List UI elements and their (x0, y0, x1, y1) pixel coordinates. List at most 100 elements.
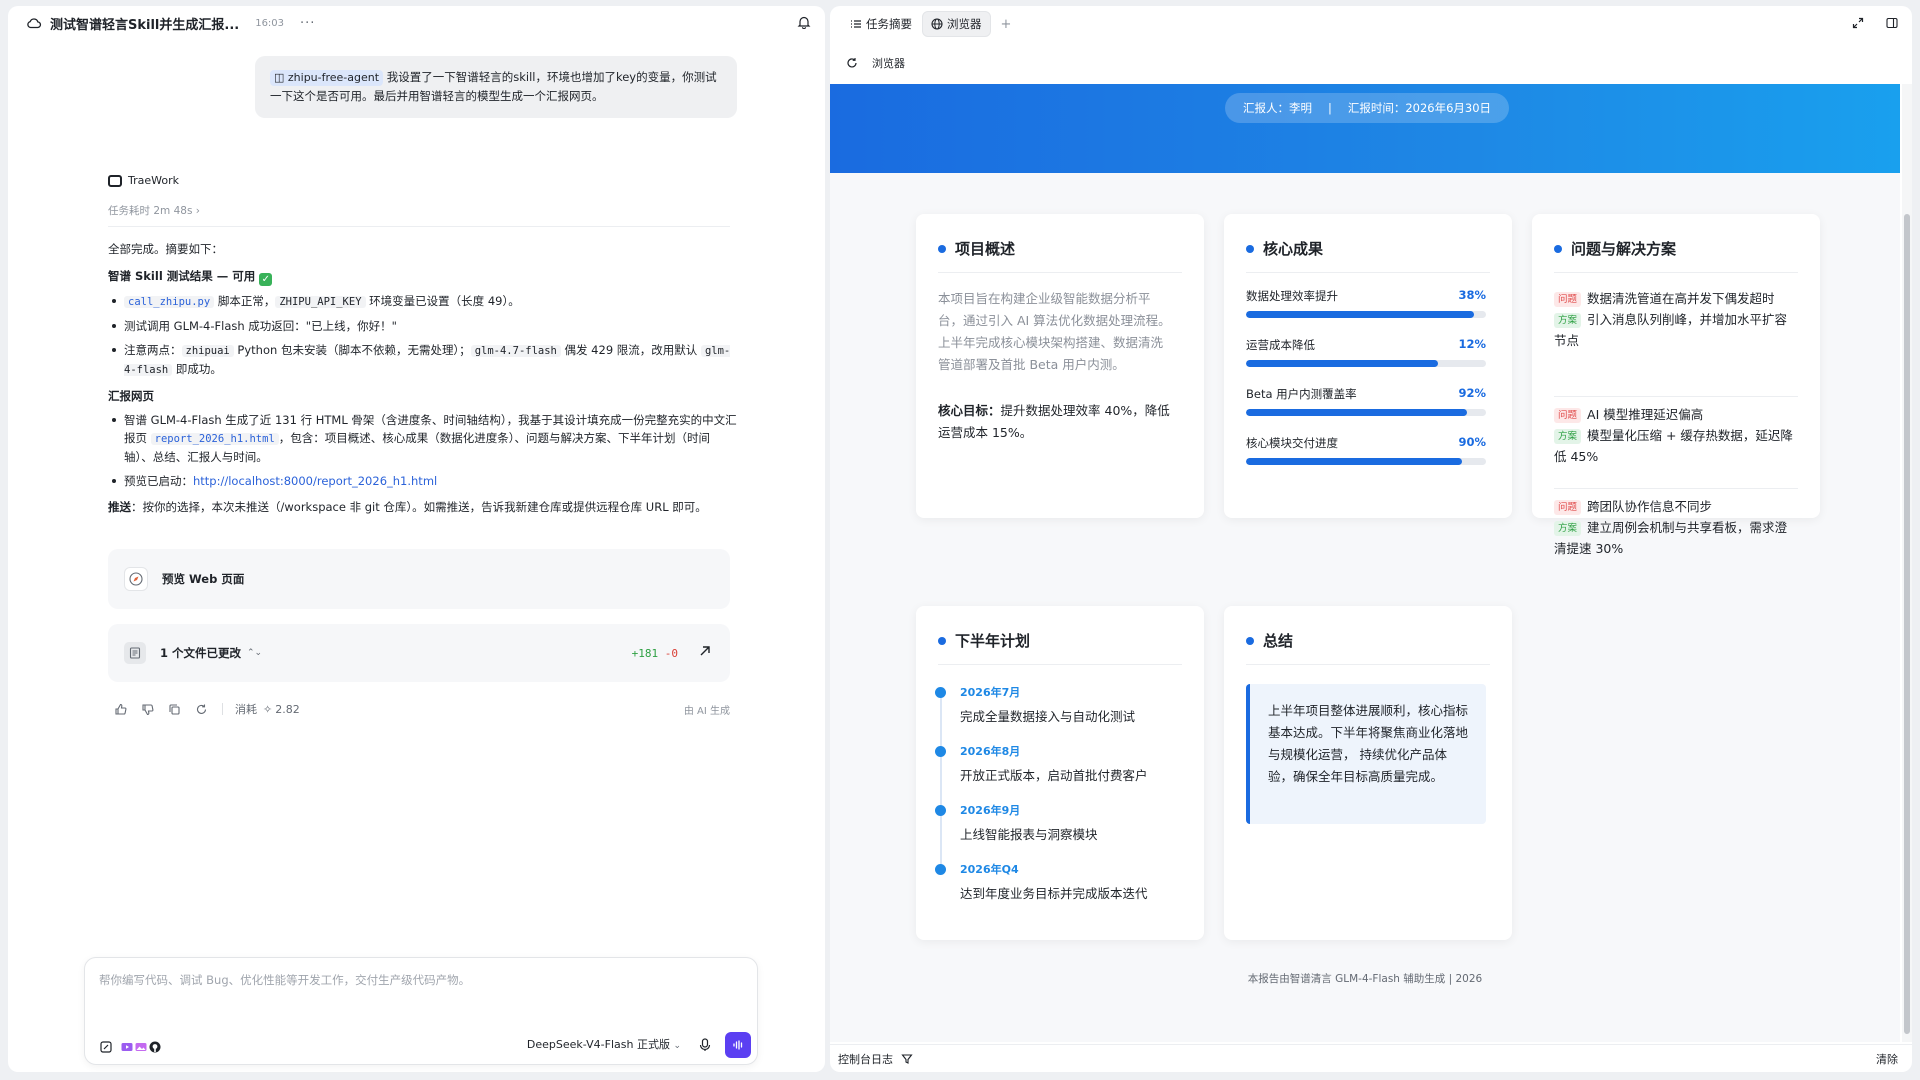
bell-icon[interactable] (797, 15, 811, 29)
card-issues: 问题与解决方案 问题 数据清洗管道在高并发下偶发超时 方案 引入消息队列削峰，并增加… (1532, 214, 1820, 556)
consume-label: 消耗 (235, 703, 257, 716)
summary-intro: 全部完成。摘要如下： (108, 242, 223, 256)
scrollbar-thumb[interactable] (1904, 214, 1910, 1034)
solution-badge: 方案 (1554, 521, 1582, 536)
message-composer[interactable]: 帮你编写代码、调试 Bug、优化性能等开发工作，交付生产级代码产物。 DeepS… (84, 957, 758, 1065)
progress-track (1246, 409, 1486, 416)
bullet-dot (1246, 636, 1254, 645)
text: 环境变量已设置（长度 49）。 (365, 294, 520, 308)
sidebar-toggle-icon[interactable] (1886, 17, 1898, 29)
composer-placeholder: 帮你编写代码、调试 Bug、优化性能等开发工作，交付生产级代码产物。 (99, 973, 471, 987)
composer-tools (99, 1040, 161, 1054)
metric-label: 运营成本降低 (1246, 338, 1315, 352)
open-external-icon[interactable] (698, 644, 712, 658)
task-duration[interactable]: 任务耗时 2m 48s › (108, 203, 738, 218)
chevron-updown-icon[interactable]: ⌃⌄ (247, 648, 262, 658)
panel-tabs: 任务摘要 浏览器 + (830, 6, 1912, 42)
bullet-dot (938, 244, 946, 253)
more-icon[interactable]: ··· (300, 16, 315, 31)
list-item: 注意两点： zhipuai Python 包未安装（脚本不依赖，无需处理）； glm… (108, 341, 738, 379)
filter-icon[interactable] (901, 1053, 913, 1065)
issue-item: 问题 数据清洗管道在高并发下偶发超时 方案 引入消息队列削峰，并增加水平扩容节点 (1554, 288, 1794, 351)
console-bar: 控制台日志 清除 (830, 1044, 1912, 1072)
timeline-text: 上线智能报表与洞察模块 (960, 827, 1098, 842)
metric-value: 12% (1458, 337, 1486, 351)
media-icons[interactable] (121, 1041, 161, 1053)
compass-icon (124, 567, 148, 591)
timeline-dot (935, 864, 946, 875)
solution-badge: 方案 (1554, 429, 1582, 444)
voice-send-button[interactable] (725, 1032, 751, 1058)
metric-row: 数据处理效率提升 38% (1246, 288, 1486, 318)
model-selector[interactable]: DeepSeek-V4-Flash 正式版 ⌄ (527, 1036, 681, 1052)
vertical-scrollbar[interactable] (1902, 84, 1912, 1042)
inline-code: call_zhipu.py (124, 296, 215, 308)
timeline-item: 2026年9月 上线智能报表与洞察模块 (935, 802, 1178, 843)
web-viewport: 汇报人：李明 | 汇报时间：2026年6月30日 项目概述 本项目旨在构建企业级… (830, 84, 1900, 1042)
tab-task-summary[interactable]: 任务摘要 (842, 12, 920, 36)
thumbs-up-icon[interactable] (114, 703, 127, 716)
problem-text: 跨团队协作信息不同步 (1587, 499, 1713, 514)
divider (1246, 664, 1490, 665)
response-content: 全部完成。摘要如下： 智谱 Skill 测试结果 — 可用 ✓ call_zhip… (108, 240, 738, 516)
text: Python 包未安装（脚本不依赖，无需处理）； (233, 343, 471, 357)
add-tab-icon[interactable]: + (1001, 17, 1012, 32)
message-actions: 消耗 ✧ 2.82 由 AI 生成 (114, 701, 730, 717)
solution-badge: 方案 (1554, 313, 1582, 328)
copy-icon[interactable] (168, 703, 181, 716)
timeline-date: 2026年8月 (960, 745, 1021, 758)
microphone-icon[interactable] (699, 1038, 711, 1052)
agent-response: TraeWork 任务耗时 2m 48s › 全部完成。摘要如下： 智谱 Ski… (108, 174, 738, 525)
metric-value: 92% (1458, 386, 1486, 400)
tag-icon: ◫ (274, 71, 288, 84)
list-item: 预览已启动：http://localhost:8000/report_2026_… (108, 472, 738, 490)
metric-row: 运营成本降低 12% (1246, 337, 1486, 367)
summary-quote: 上半年项目整体进展顺利，核心指标基本达成。下半年将聚焦商业化落地与规模化运营， … (1246, 684, 1486, 824)
card-overview: 项目概述 本项目旨在构建企业级智能数据分析平台，通过引入 AI 算法优化数据处理… (916, 214, 1204, 518)
chat-title[interactable]: 测试智谱轻言Skill并生成汇报... (50, 14, 239, 33)
timeline-text: 完成全量数据接入与自动化测试 (960, 709, 1136, 724)
progress-track (1246, 360, 1486, 367)
edit-icon[interactable] (99, 1040, 113, 1054)
section-heading-report: 汇报网页 (108, 389, 154, 403)
chat-time: 16:03 (255, 17, 285, 29)
progress-track (1246, 311, 1486, 318)
console-label[interactable]: 控制台日志 (838, 1051, 893, 1067)
card-title: 总结 (1263, 632, 1294, 650)
files-changed-card[interactable]: 1 个文件已更改 ⌃⌄ +181 -0 (108, 624, 730, 682)
ai-generated-label: 由 AI 生成 (683, 705, 730, 717)
video-icon (121, 1043, 133, 1051)
overview-text: 本项目旨在构建企业级智能数据分析平台，通过引入 AI 算法优化数据处理流程。上半… (938, 291, 1171, 372)
file-link[interactable]: report_2026_h1.html (150, 433, 279, 445)
bullet-dot (1554, 244, 1562, 253)
thumbs-down-icon[interactable] (141, 703, 154, 716)
timeline-date: 2026年7月 (960, 686, 1021, 699)
text: 预览已启动： (124, 474, 193, 488)
inline-code: zhipuai (181, 345, 234, 357)
card-title: 下半年计划 (955, 632, 1031, 650)
problem-text: 数据清洗管道在高并发下偶发超时 (1587, 291, 1775, 306)
clear-button[interactable]: 清除 (1876, 1051, 1898, 1067)
timeline-text: 达到年度业务目标并完成版本迭代 (960, 886, 1148, 901)
goal-label: 核心目标： (938, 403, 1001, 418)
cloud-icon (27, 18, 42, 29)
chat-header: 测试智谱轻言Skill并生成汇报... 16:03 ··· (8, 6, 825, 40)
metric-row: Beta 用户内测覆盖率 92% (1246, 386, 1486, 416)
agent-name: TraeWork (128, 174, 179, 187)
preview-web-card[interactable]: 预览 Web 页面 (108, 549, 730, 609)
solution-text: 建立周例会机制与共享看板，需求澄清提速 30% (1554, 520, 1788, 556)
agent-tag[interactable]: ◫ zhipu-free-agent (270, 70, 384, 86)
divider (222, 703, 223, 715)
divider (938, 664, 1182, 665)
progress-track (1246, 458, 1486, 465)
refresh-icon[interactable] (195, 703, 208, 716)
diff-stats: +181 -0 (632, 647, 678, 660)
text: 即成功。 (172, 362, 222, 376)
checkmark-icon: ✓ (259, 273, 273, 286)
globe-icon (931, 18, 943, 30)
reload-icon[interactable] (846, 57, 858, 69)
expand-icon[interactable] (1852, 17, 1864, 29)
address-label: 浏览器 (872, 57, 905, 70)
tab-browser[interactable]: 浏览器 (922, 11, 991, 37)
preview-link[interactable]: http://localhost:8000/report_2026_h1.htm… (193, 474, 437, 488)
